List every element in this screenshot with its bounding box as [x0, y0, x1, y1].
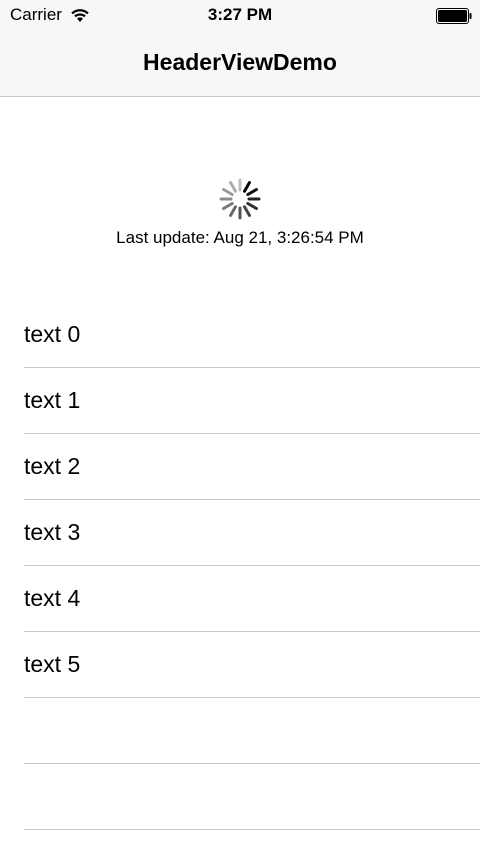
- row-label: text 1: [24, 387, 81, 413]
- status-bar: Carrier 3:27 PM: [0, 0, 480, 32]
- table-row[interactable]: text 2: [0, 434, 480, 500]
- last-update-label: Last update: Aug 21, 3:26:54 PM: [116, 228, 364, 247]
- pull-to-refresh-header: Last update: Aug 21, 3:26:54 PM: [0, 97, 480, 302]
- status-time: 3:27 PM: [207, 5, 273, 24]
- row-label: text 2: [24, 453, 81, 479]
- row-separator: [24, 829, 480, 830]
- battery-icon: [436, 8, 472, 24]
- table-view[interactable]: text 0 text 1 text 2 text 3 text 4 text …: [0, 302, 480, 830]
- activity-spinner-icon: [219, 178, 261, 220]
- nav-title: HeaderViewDemo: [143, 49, 337, 75]
- row-label: text 4: [24, 585, 81, 611]
- table-row[interactable]: text 5: [0, 632, 480, 698]
- table-row[interactable]: text 3: [0, 500, 480, 566]
- row-label: text 3: [24, 519, 81, 545]
- table-row[interactable]: text 4: [0, 566, 480, 632]
- table-row[interactable]: text 0: [0, 302, 480, 368]
- table-row[interactable]: text 1: [0, 368, 480, 434]
- row-label: text 0: [24, 321, 81, 347]
- table-row-empty: [0, 698, 480, 764]
- row-label: text 5: [24, 651, 81, 677]
- table-row-empty: [0, 764, 480, 830]
- navigation-bar: HeaderViewDemo: [0, 32, 480, 97]
